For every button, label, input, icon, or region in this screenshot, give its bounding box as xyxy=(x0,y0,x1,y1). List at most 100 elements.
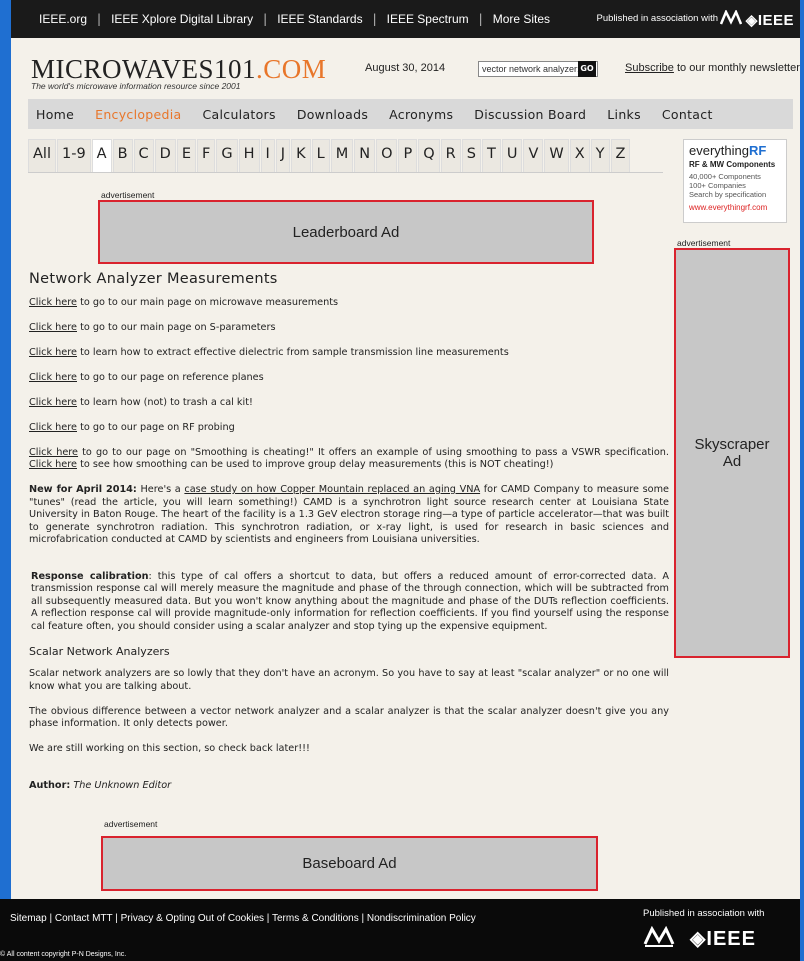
everythingrf-brand-main: everything xyxy=(689,143,749,158)
article-title: Network Analyzer Measurements xyxy=(29,271,278,287)
baseboard-ad-label: advertisement xyxy=(104,819,158,829)
response-cal-paragraph: Response calibration: this type of cal o… xyxy=(29,571,669,634)
nav-acronyms[interactable]: Acronyms xyxy=(389,107,453,122)
click-here-link[interactable]: Click here xyxy=(29,447,78,458)
footer-nondiscrimination-link[interactable]: Nondiscrimination Policy xyxy=(367,913,476,924)
subscribe-suffix: to our monthly newsletter xyxy=(673,62,800,74)
separator: | xyxy=(358,913,367,924)
footer-published-text: Published in association with xyxy=(643,908,765,919)
separator: | xyxy=(478,12,483,26)
article-link-paragraph: Click here to go to our main page on mic… xyxy=(29,297,669,310)
alphabet-tab-i[interactable]: I xyxy=(260,139,275,172)
ieee-xplore-link[interactable]: IEEE Xplore Digital Library xyxy=(111,12,253,26)
more-sites-link[interactable]: More Sites xyxy=(493,12,550,26)
everythingrf-ad[interactable]: everythingRF RF & MW Components 40,000+ … xyxy=(683,139,787,223)
alphabet-tab-f[interactable]: F xyxy=(197,139,216,172)
mtt-s-logo-icon[interactable] xyxy=(720,10,742,26)
nav-contact[interactable]: Contact xyxy=(662,107,713,122)
leaderboard-ad[interactable]: Leaderboard Ad xyxy=(98,200,594,264)
paragraph-text: Here's a xyxy=(136,484,185,495)
footer-sitemap-link[interactable]: Sitemap xyxy=(10,913,47,924)
footer-ieee-logo[interactable]: ◈IEEE xyxy=(690,926,756,951)
alphabet-tab-g[interactable]: G xyxy=(216,139,238,172)
alphabet-index: All 1-9 A B C D E F G H I J K L M N O P Q R S T U V W X Y Z xyxy=(28,139,631,172)
baseboard-ad[interactable]: Baseboard Ad xyxy=(101,836,598,891)
alphabet-tab-d[interactable]: D xyxy=(154,139,176,172)
search-go-button[interactable]: GO xyxy=(578,61,596,77)
click-here-link[interactable]: Click here xyxy=(29,459,77,470)
alphabet-tab-m[interactable]: M xyxy=(330,139,354,172)
nav-discussion-board[interactable]: Discussion Board xyxy=(474,107,586,122)
alphabet-tab-n[interactable]: N xyxy=(354,139,376,172)
everythingrf-line1: 40,000+ Components xyxy=(689,172,761,181)
everythingrf-url[interactable]: www.everythingrf.com xyxy=(689,203,781,212)
nav-links[interactable]: Links xyxy=(607,107,641,122)
news-label: New for April 2014: xyxy=(29,484,137,495)
everythingrf-line3: Search by specification xyxy=(689,190,767,199)
alphabet-tab-h[interactable]: H xyxy=(238,139,260,172)
paragraph-text: to go to our main page on S-parameters xyxy=(77,321,276,333)
ieee-org-link[interactable]: IEEE.org xyxy=(39,12,87,26)
current-date: August 30, 2014 xyxy=(365,62,446,74)
news-paragraph: New for April 2014: Here's a case study … xyxy=(29,484,669,547)
alphabet-tab-q[interactable]: Q xyxy=(418,139,440,172)
alphabet-tab-x[interactable]: X xyxy=(569,139,590,172)
alphabet-tab-j[interactable]: J xyxy=(275,139,291,172)
article-body: Network Analyzer Measurements Click here… xyxy=(29,271,669,805)
footer-terms-link[interactable]: Terms & Conditions xyxy=(272,913,359,924)
alphabet-tab-v[interactable]: V xyxy=(523,139,544,172)
alphabet-tab-1-9[interactable]: 1-9 xyxy=(56,139,91,172)
alphabet-tab-a[interactable]: A xyxy=(91,139,112,172)
alphabet-tab-s[interactable]: S xyxy=(461,139,481,172)
alphabet-tab-c[interactable]: C xyxy=(133,139,154,172)
alphabet-tab-r[interactable]: R xyxy=(440,139,461,172)
everythingrf-brand: everythingRF xyxy=(689,143,781,158)
ieee-spectrum-link[interactable]: IEEE Spectrum xyxy=(387,12,469,26)
paragraph-text: to learn how to extract effective dielec… xyxy=(77,346,509,358)
alphabet-tab-o[interactable]: O xyxy=(376,139,398,172)
alphabet-tab-t[interactable]: T xyxy=(481,139,501,172)
smoothing-paragraph: Click here to go to our page on "Smoothi… xyxy=(29,447,669,472)
alphabet-tab-b[interactable]: B xyxy=(112,139,133,172)
skyscraper-ad-label: advertisement xyxy=(677,238,731,248)
alphabet-tab-u[interactable]: U xyxy=(501,139,523,172)
click-here-link[interactable]: Click here xyxy=(29,322,77,333)
separator: | xyxy=(97,12,102,26)
nav-encyclopedia[interactable]: Encyclopedia xyxy=(95,107,181,122)
nav-calculators[interactable]: Calculators xyxy=(203,107,276,122)
alphabet-tab-e[interactable]: E xyxy=(176,139,197,172)
nav-home[interactable]: Home xyxy=(36,107,74,122)
alphabet-tab-p[interactable]: P xyxy=(398,139,418,172)
click-here-link[interactable]: Click here xyxy=(29,422,77,433)
footer-links: Sitemap | Contact MTT | Privacy & Opting… xyxy=(10,913,476,924)
footer-ieee-text: IEEE xyxy=(706,928,756,950)
ieee-standards-link[interactable]: IEEE Standards xyxy=(277,12,362,26)
footer-mtt-s-logo-icon[interactable] xyxy=(643,926,675,948)
paragraph-text: to learn how (not) to trash a cal kit! xyxy=(77,396,253,408)
alphabet-tab-k[interactable]: K xyxy=(291,139,311,172)
logo-text-main: MICROWAVES101 xyxy=(31,54,257,84)
article-link-paragraph: Click here to learn how to extract effec… xyxy=(29,347,669,360)
case-study-link[interactable]: case study on how Copper Mountain replac… xyxy=(184,484,480,495)
alphabet-tab-w[interactable]: W xyxy=(544,139,569,172)
alphabet-tab-all[interactable]: All xyxy=(28,139,56,172)
footer-contact-link[interactable]: Contact MTT xyxy=(55,913,113,924)
click-here-link[interactable]: Click here xyxy=(29,347,77,358)
click-here-link[interactable]: Click here xyxy=(29,297,77,308)
alphabet-tab-y[interactable]: Y xyxy=(590,139,610,172)
alphabet-tab-z[interactable]: Z xyxy=(610,139,631,172)
click-here-link[interactable]: Click here xyxy=(29,372,77,383)
published-association-text: Published in association with xyxy=(596,13,718,24)
ieee-logo[interactable]: ◈IEEE xyxy=(746,11,794,29)
page: IEEE.org | IEEE Xplore Digital Library |… xyxy=(0,0,804,961)
nav-downloads[interactable]: Downloads xyxy=(297,107,368,122)
click-here-link[interactable]: Click here xyxy=(29,397,77,408)
subscribe-text: Subscribe to our monthly newsletter xyxy=(625,62,800,74)
skyscraper-ad[interactable]: Skyscraper Ad xyxy=(674,248,790,658)
footer-privacy-link[interactable]: Privacy & Opting Out of Cookies xyxy=(121,913,264,924)
article-link-paragraph: Click here to go to our main page on S-p… xyxy=(29,322,669,335)
alphabet-tab-l[interactable]: L xyxy=(311,139,330,172)
scalar-heading: Scalar Network Analyzers xyxy=(29,644,170,658)
subscribe-link[interactable]: Subscribe xyxy=(625,62,674,74)
logo-text-domain: .COM xyxy=(256,54,327,84)
